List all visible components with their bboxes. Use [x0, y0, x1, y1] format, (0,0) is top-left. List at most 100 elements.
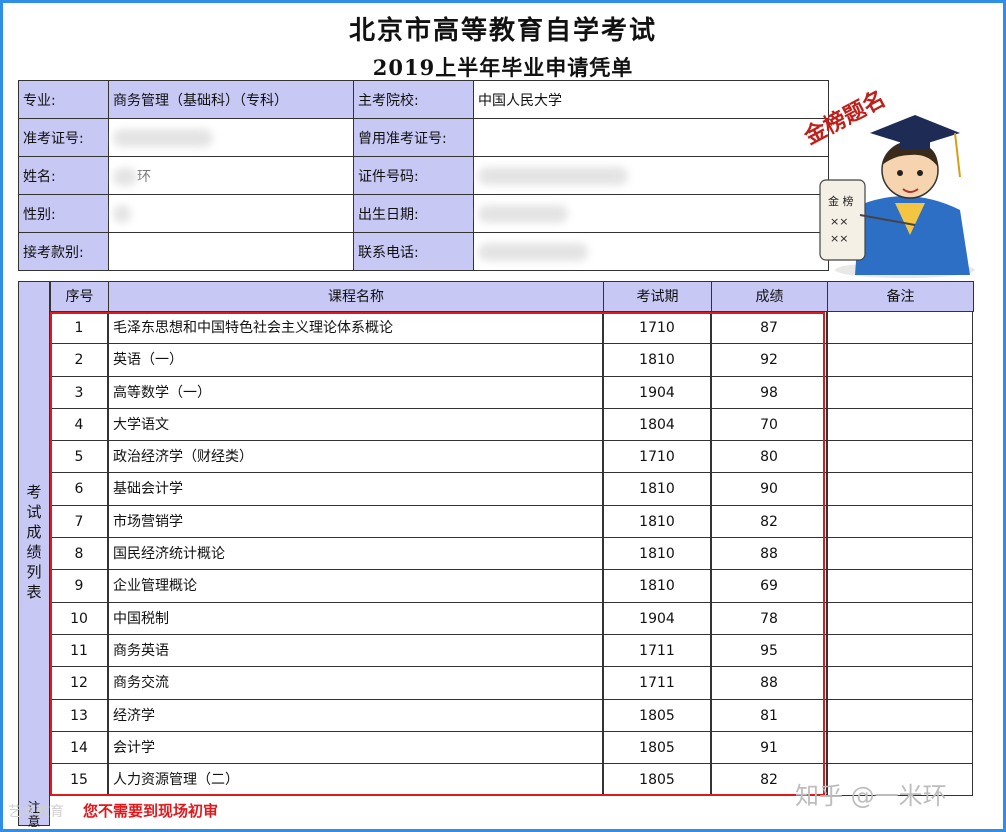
score-value: 98	[711, 376, 827, 409]
row-number: 5	[50, 441, 108, 474]
note-cell	[827, 538, 973, 571]
col-header-score: 成绩	[711, 281, 828, 312]
score-value: 88	[711, 538, 827, 571]
course-name: 会计学	[108, 731, 603, 765]
exam-term: 1711	[603, 634, 711, 668]
score-value: 87	[711, 312, 827, 345]
course-name: 中国税制	[108, 602, 603, 635]
corner-watermark: 艺术教育	[8, 804, 64, 820]
exam-term: 1904	[603, 376, 711, 409]
score-value: 92	[711, 344, 827, 377]
side-label-char: 绩	[26, 543, 42, 561]
exam-term: 1710	[603, 312, 711, 345]
scroll-marks-1: ××	[830, 215, 848, 228]
gender-label: 性别:	[18, 194, 109, 233]
score-value: 88	[711, 667, 827, 700]
score-value: 78	[711, 602, 827, 635]
review-note: 您不需要到现场初审	[83, 802, 219, 820]
row-number: 15	[50, 764, 108, 797]
row-number: 8	[50, 538, 108, 571]
row-number: 12	[50, 667, 108, 700]
note-cell	[827, 376, 973, 409]
note-cell	[827, 473, 973, 506]
course-name: 英语（一）	[108, 344, 603, 377]
exam-id-value	[108, 118, 354, 157]
former-exam-id-label: 曾用准考证号:	[353, 118, 474, 157]
note-cell	[827, 505, 973, 539]
exam-term: 1805	[603, 764, 711, 797]
birth-label: 出生日期:	[353, 194, 474, 233]
row-number: 3	[50, 376, 108, 409]
exam-term: 1904	[603, 602, 711, 635]
exam-id-label: 准考证号:	[18, 118, 109, 157]
course-name: 高等数学（一）	[108, 376, 603, 409]
id-number-label: 证件号码:	[353, 156, 474, 195]
note-cell	[827, 570, 973, 603]
col-header-term: 考试期	[603, 281, 712, 312]
note-cell	[827, 699, 973, 732]
row-number: 13	[50, 699, 108, 732]
score-value: 82	[711, 505, 827, 539]
course-name: 企业管理概论	[108, 570, 603, 603]
note-cell	[827, 602, 973, 635]
course-name: 市场营销学	[108, 505, 603, 539]
applicant-info-table: 专业: 商务管理（基础科）（专科） 主考院校: 中国人民大学 准考证号: 曾用准…	[18, 80, 829, 271]
note-cell	[827, 408, 973, 442]
name-value-partial: 环	[137, 168, 151, 185]
side-label-char: 试	[26, 503, 42, 521]
score-value: 81	[711, 699, 827, 732]
gender-value	[108, 194, 354, 233]
note-cell	[827, 667, 973, 700]
score-list-side-label: 考试成绩列表 注意	[18, 281, 50, 830]
score-value: 69	[711, 570, 827, 603]
exam-term: 1810	[603, 473, 711, 506]
exam-term: 1810	[603, 538, 711, 571]
zhihu-watermark: 知乎 @一米环	[795, 782, 947, 810]
document-title: 北京市高等教育自学考试	[348, 16, 657, 46]
name-label: 姓名:	[18, 156, 109, 195]
exam-term: 1804	[603, 408, 711, 442]
score-value: 95	[711, 634, 827, 668]
document-subtitle: 2019上半年毕业申请凭单	[372, 55, 634, 80]
row-number: 2	[50, 344, 108, 377]
note-cell	[827, 634, 973, 668]
row-number: 11	[50, 634, 108, 668]
row-number: 6	[50, 473, 108, 506]
phone-label: 联系电话:	[353, 232, 474, 271]
row-number: 1	[50, 312, 108, 345]
score-value: 91	[711, 731, 827, 765]
exam-term: 1710	[603, 441, 711, 474]
school-value: 中国人民大学	[473, 80, 829, 119]
score-value: 80	[711, 441, 827, 474]
score-value: 90	[711, 473, 827, 506]
row-number: 10	[50, 602, 108, 635]
payment-value	[108, 232, 354, 271]
exam-term: 1805	[603, 699, 711, 732]
exam-term: 1810	[603, 505, 711, 539]
course-name: 基础会计学	[108, 473, 603, 506]
course-name: 商务交流	[108, 667, 603, 700]
exam-term: 1810	[603, 570, 711, 603]
col-header-no: 序号	[50, 281, 109, 312]
school-label: 主考院校:	[353, 80, 474, 119]
birth-value	[473, 194, 829, 233]
col-header-note: 备注	[827, 281, 974, 312]
course-name: 国民经济统计概论	[108, 538, 603, 571]
name-value: 环	[108, 156, 354, 195]
side-label-char: 考	[26, 483, 42, 501]
course-name: 政治经济学（财经类）	[108, 441, 603, 474]
id-number-value	[473, 156, 829, 195]
note-cell	[827, 731, 973, 765]
course-name: 大学语文	[108, 408, 603, 442]
note-cell	[827, 441, 973, 474]
exam-term: 1711	[603, 667, 711, 700]
phone-value	[473, 232, 829, 271]
side-label-char: 成	[26, 523, 42, 541]
side-label-char: 列	[26, 563, 42, 581]
scroll-marks-2: ××	[830, 232, 848, 245]
course-name: 人力资源管理（二）	[108, 764, 603, 797]
course-name: 毛泽东思想和中国特色社会主义理论体系概论	[108, 312, 603, 345]
score-value: 70	[711, 408, 827, 442]
row-number: 7	[50, 505, 108, 539]
col-header-course: 课程名称	[108, 281, 604, 312]
